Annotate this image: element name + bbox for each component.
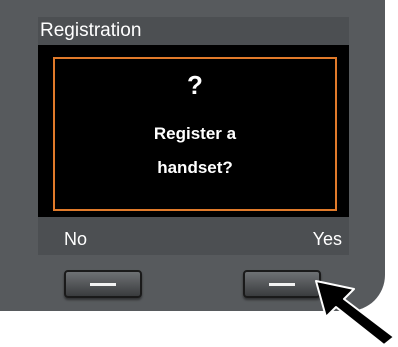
screen-title: Registration — [40, 20, 142, 41]
dash-icon — [90, 283, 116, 286]
pointer-arrow-icon — [315, 280, 395, 346]
dialog-message-line-2: handset? — [157, 158, 233, 177]
dialog-message-line-1: Register a — [153, 124, 237, 143]
softkey-label-no: No — [64, 229, 88, 249]
dash-icon — [269, 283, 295, 286]
softkey-label-yes: Yes — [312, 229, 342, 249]
question-mark-icon: ? — [187, 70, 203, 100]
no-softkey-button[interactable] — [64, 270, 142, 298]
